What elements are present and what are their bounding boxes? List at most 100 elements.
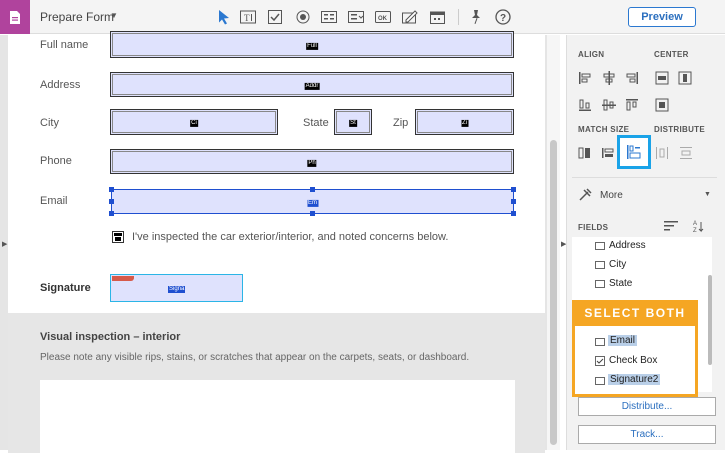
sort-menu-icon[interactable] — [664, 218, 680, 234]
city-field[interactable]: Ci — [110, 109, 278, 135]
dropdown-icon[interactable] — [347, 8, 365, 26]
signature-label: Signature — [40, 282, 91, 294]
fields-title: FIELDS — [578, 223, 609, 232]
collapse-left-icon[interactable]: ▶ — [2, 240, 7, 248]
align-bottom-icon[interactable] — [577, 97, 593, 113]
match-width-icon[interactable] — [577, 145, 593, 161]
zip-label: Zip — [393, 117, 409, 129]
distribute-horizontal-icon[interactable] — [654, 145, 670, 161]
field-name-tag: Signa — [168, 286, 186, 293]
field-name-tag: Addr — [304, 82, 320, 90]
section-description: Please note any visible rips, stains, or… — [40, 352, 470, 363]
svg-text:?: ? — [500, 13, 506, 24]
field-item-signature2[interactable]: Signature2 — [608, 374, 661, 385]
field-name-tag: Zi — [461, 119, 468, 127]
chevron-down-icon[interactable]: ▼ — [704, 191, 711, 198]
resize-handle[interactable] — [511, 199, 516, 204]
pin-icon[interactable] — [467, 8, 485, 26]
full-name-label: Full name — [40, 39, 89, 51]
state-field[interactable]: St — [334, 109, 372, 135]
sort-az-icon[interactable]: AZ — [692, 218, 708, 234]
chevron-down-icon[interactable]: ▼ — [110, 11, 118, 20]
address-field[interactable]: Addr — [110, 72, 514, 97]
top-toolbar: Prepare Form ▼ T OK ? Preview — [0, 0, 725, 34]
toolbar-divider — [458, 9, 459, 25]
notes-area[interactable] — [40, 380, 515, 460]
date-icon[interactable] — [428, 8, 446, 26]
radio-button-icon[interactable] — [294, 8, 312, 26]
phone-label: Phone — [40, 155, 72, 167]
phone-field[interactable]: Ph — [110, 149, 514, 174]
more-tools-icon[interactable] — [577, 187, 593, 203]
cursor-icon[interactable] — [215, 8, 233, 26]
field-item-address[interactable]: Address — [609, 240, 646, 251]
signature-icon — [595, 377, 605, 385]
align-horizontal-center-icon[interactable] — [601, 70, 617, 86]
resize-handle[interactable] — [511, 211, 516, 216]
signature-icon[interactable] — [401, 8, 419, 26]
center-horizontal-icon[interactable] — [654, 70, 670, 86]
field-item-check-box[interactable]: Check Box — [609, 355, 657, 366]
align-right-icon[interactable] — [624, 70, 640, 86]
center-vertical-icon[interactable] — [677, 70, 693, 86]
document-area: Full name Full Address Addr City Ci Stat… — [0, 31, 560, 460]
match-height-icon[interactable] — [600, 145, 616, 161]
svg-text:Z: Z — [693, 228, 697, 233]
tool-title[interactable]: Prepare Form — [40, 10, 114, 24]
field-item-email[interactable]: Email — [608, 335, 638, 346]
field-name-tag: St — [349, 119, 357, 127]
list-box-icon[interactable] — [320, 8, 338, 26]
more-label[interactable]: More — [600, 190, 623, 201]
fields-scrollbar-thumb[interactable] — [708, 275, 712, 365]
resize-handle[interactable] — [511, 187, 516, 192]
match-size-title: MATCH SIZE — [578, 125, 630, 134]
text-field-icon[interactable]: T — [239, 8, 257, 26]
align-left-icon[interactable] — [577, 70, 593, 86]
match-both-icon[interactable] — [626, 144, 642, 160]
align-vertical-center-icon[interactable] — [601, 97, 617, 113]
resize-handle[interactable] — [310, 211, 315, 216]
state-label: State — [303, 117, 329, 129]
align-top-icon[interactable] — [624, 97, 640, 113]
zip-field[interactable]: Zi — [415, 109, 514, 135]
distribute-title: DISTRIBUTE — [654, 125, 705, 134]
text-field-icon — [595, 280, 605, 288]
field-name-tag: Full — [306, 42, 318, 50]
resize-handle[interactable] — [310, 187, 315, 192]
scrollbar-thumb[interactable] — [550, 140, 557, 445]
center-title: CENTER — [654, 50, 689, 59]
track-button[interactable]: Track... — [578, 425, 716, 444]
full-name-field[interactable]: Full — [110, 31, 514, 58]
svg-text:T: T — [244, 13, 250, 23]
prepare-form-app-icon[interactable] — [0, 0, 30, 34]
preview-button[interactable]: Preview — [628, 7, 696, 27]
distribute-button[interactable]: Distribute... — [578, 397, 716, 416]
field-name-tag: Ph — [307, 159, 317, 167]
field-name-tag: Ci — [190, 119, 198, 127]
form-page: Full name Full Address Addr City Ci Stat… — [8, 31, 545, 313]
center-both-icon[interactable] — [654, 97, 670, 113]
resize-handle[interactable] — [109, 187, 114, 192]
resize-handle[interactable] — [109, 199, 114, 204]
inspection-checkbox[interactable] — [112, 231, 124, 243]
panel-divider — [572, 177, 717, 178]
checkbox-icon[interactable] — [266, 8, 284, 26]
text-field-icon — [595, 261, 605, 269]
help-icon[interactable]: ? — [494, 8, 512, 26]
form-page-2: Visual inspection – interior Please note… — [8, 313, 545, 460]
field-item-city[interactable]: City — [609, 259, 626, 270]
field-item-state[interactable]: State — [609, 278, 632, 289]
svg-text:OK: OK — [378, 16, 388, 22]
resize-handle[interactable] — [109, 211, 114, 216]
email-label: Email — [40, 195, 68, 207]
checkbox-icon — [595, 356, 605, 366]
inspection-checkbox-label: I've inspected the car exterior/interior… — [132, 231, 449, 243]
address-label: Address — [40, 79, 81, 91]
button-icon[interactable]: OK — [374, 8, 392, 26]
callout-title: SELECT BOTH — [572, 300, 698, 326]
section-title: Visual inspection – interior — [40, 331, 181, 343]
field-name-tag: Em — [307, 199, 318, 207]
signature-field[interactable]: Signa — [110, 274, 243, 302]
distribute-vertical-icon[interactable] — [678, 145, 694, 161]
align-title: ALIGN — [578, 50, 605, 59]
